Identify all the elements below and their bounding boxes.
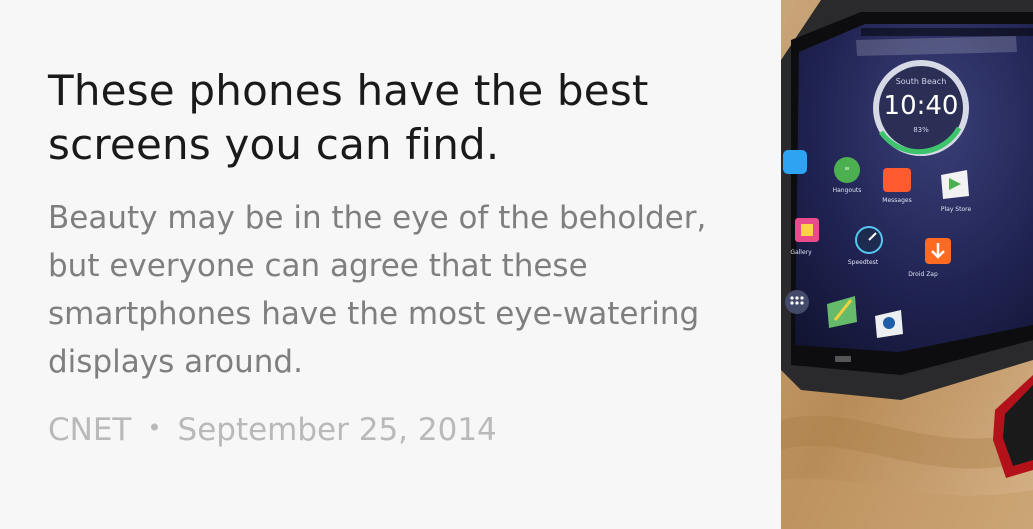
clock-battery: 83%	[913, 126, 929, 134]
svg-text:Messages: Messages	[882, 197, 911, 204]
clock-time: 10:40	[884, 91, 959, 121]
phone-image: South Beach 10:40 83% " Hangouts Message…	[781, 0, 1033, 400]
svg-text:": "	[844, 165, 849, 178]
article-snippet: Beauty may be in the eye of the beholder…	[48, 200, 707, 380]
article-text: These phones have the best screens you c…	[48, 64, 738, 450]
article-title[interactable]: These phones have the best screens you c…	[48, 64, 738, 172]
app-icon-blue	[783, 150, 807, 174]
meta-separator: •	[147, 414, 162, 442]
messages-icon	[883, 168, 911, 192]
svg-text:Droid Zap: Droid Zap	[908, 271, 938, 278]
recent-apps-button	[835, 356, 851, 362]
svg-text:Gallery: Gallery	[790, 249, 812, 256]
clock-location: South Beach	[896, 77, 947, 86]
news-card[interactable]: These phones have the best screens you c…	[0, 0, 1033, 529]
svg-text:Hangouts: Hangouts	[833, 187, 862, 194]
article-thumbnail[interactable]: South Beach 10:40 83% " Hangouts Message…	[781, 0, 1033, 529]
svg-text:Speedtest: Speedtest	[848, 259, 879, 266]
article-meta: CNET • September 25, 2014	[48, 408, 738, 450]
article-source: CNET	[48, 412, 132, 448]
article-date: September 25, 2014	[177, 412, 497, 448]
svg-text:Play Store: Play Store	[941, 206, 972, 213]
